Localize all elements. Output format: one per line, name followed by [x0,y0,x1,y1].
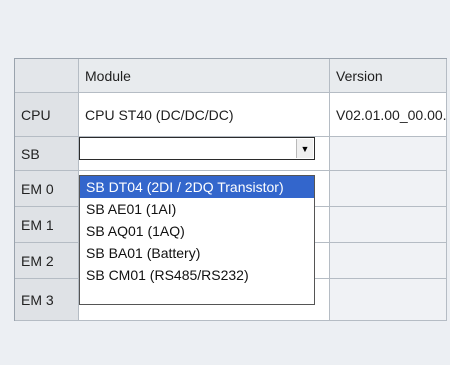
cell-version-em2[interactable] [330,243,447,279]
row-label-em3: EM 3 [15,279,79,321]
module-dropdown-list[interactable]: SB DT04 (2DI / 2DQ Transistor) SB AE01 (… [79,175,315,305]
chevron-down-icon: ▼ [300,143,310,154]
header-module[interactable]: Module [79,59,330,93]
dropdown-arrow-button[interactable]: ▼ [296,139,313,158]
sb-module-combobox[interactable]: ▼ [79,137,315,160]
row-label-sb: SB [15,137,79,171]
dropdown-option[interactable]: SB BA01 (Battery) [80,242,314,264]
row-label-em1: EM 1 [15,207,79,243]
cell-version-sb[interactable] [330,137,447,171]
row-label-em2: EM 2 [15,243,79,279]
cell-version-em3[interactable] [330,279,447,321]
header-corner [15,59,79,93]
dropdown-option[interactable]: SB AQ01 (1AQ) [80,220,314,242]
row-label-em0: EM 0 [15,171,79,207]
cell-module-cpu[interactable]: CPU ST40 (DC/DC/DC) [79,93,330,137]
cell-version-cpu[interactable]: V02.01.00_00.00... [330,93,447,137]
row-label-cpu: CPU [15,93,79,137]
dropdown-option[interactable]: SB CM01 (RS485/RS232) [80,264,314,286]
grid-header-row: Module Version [15,59,447,93]
header-version[interactable]: Version [330,59,447,93]
cell-version-em1[interactable] [330,207,447,243]
dropdown-option[interactable]: SB DT04 (2DI / 2DQ Transistor) [80,176,314,198]
cell-version-em0[interactable] [330,171,447,207]
dropdown-option[interactable]: SB AE01 (1AI) [80,198,314,220]
table-row-cpu[interactable]: CPU CPU ST40 (DC/DC/DC) V02.01.00_00.00.… [15,93,447,137]
